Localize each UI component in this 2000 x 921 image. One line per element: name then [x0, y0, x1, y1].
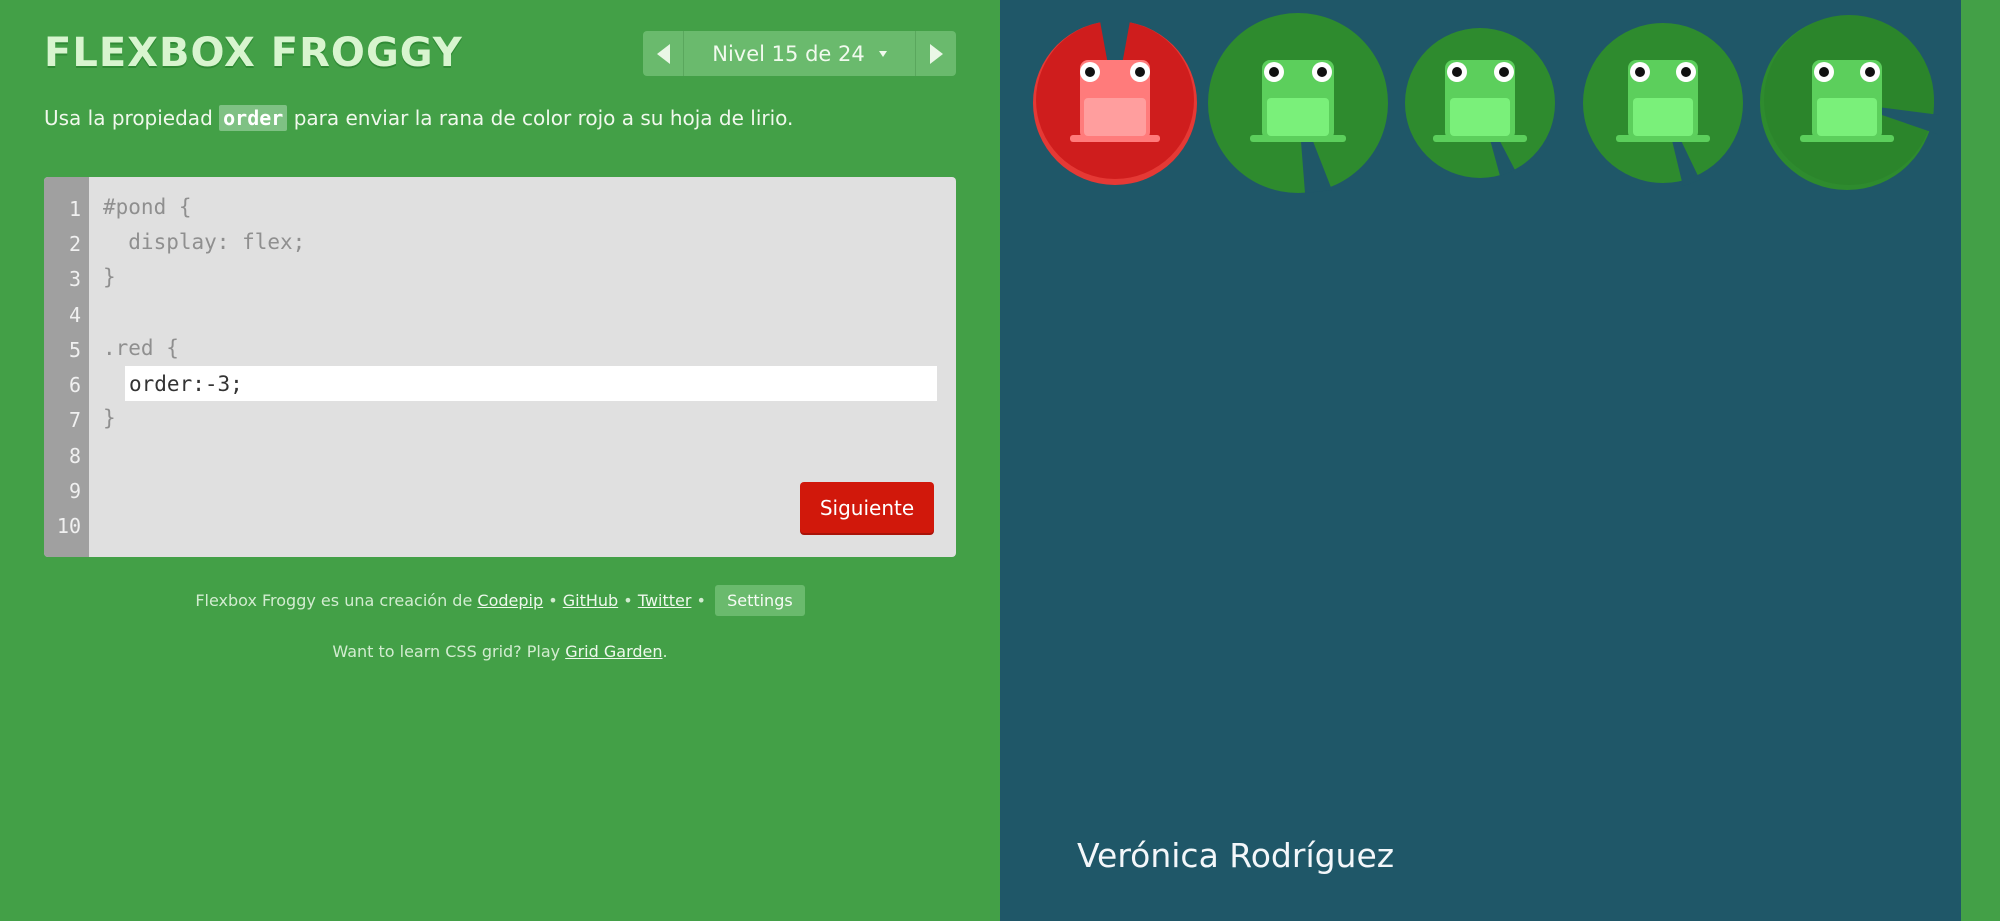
green-frog: [1800, 60, 1894, 142]
instructions-code: order: [219, 105, 288, 131]
pond: Verónica Rodríguez: [1000, 0, 1961, 921]
code-editor: 1 2 3 4 5 6 7 8 9 10 #pond { display: fl…: [44, 177, 956, 557]
game-title: FLEXBOX FROGGY: [44, 30, 463, 76]
instructions-text-after: para enviar la rana de color rojo a su h…: [287, 106, 794, 130]
line-number: 9: [68, 479, 81, 503]
chevron-right-icon: [929, 43, 943, 64]
next-level-button[interactable]: [915, 31, 956, 76]
credits-text: Flexbox Froggy es una creación de: [195, 591, 473, 610]
settings-button[interactable]: Settings: [715, 585, 805, 616]
line-number: 2: [68, 232, 81, 256]
github-link[interactable]: GitHub: [563, 591, 618, 610]
line-number: 7: [68, 408, 81, 432]
author-signature: Verónica Rodríguez: [1077, 836, 1395, 875]
line-number: 4: [68, 303, 81, 327]
grid-garden-link[interactable]: Grid Garden: [565, 642, 662, 661]
grid-garden-promo: Want to learn CSS grid? Play Grid Garden…: [0, 642, 1000, 661]
separator: •: [623, 591, 633, 610]
instructions: Usa la propiedad order para enviar la ra…: [44, 105, 964, 131]
green-frog: [1616, 60, 1710, 142]
caret-down-icon: [878, 50, 887, 57]
red-frog: [1070, 60, 1160, 142]
line-number: 8: [68, 444, 81, 468]
sidebar: FLEXBOX FROGGY Nivel 15 de 24 Usa la pro…: [0, 0, 1000, 921]
promo-text: Want to learn CSS grid? Play: [332, 642, 561, 661]
line-number-gutter: 1 2 3 4 5 6 7 8 9 10: [44, 177, 89, 557]
green-frog: [1250, 60, 1346, 142]
line-number: 1: [68, 197, 81, 221]
line-number: 10: [56, 514, 81, 538]
separator: •: [696, 591, 706, 610]
line-number: 5: [68, 338, 81, 362]
level-navigation: Nivel 15 de 24: [643, 31, 956, 76]
green-frog: [1433, 60, 1527, 142]
level-label: Nivel 15 de 24: [712, 41, 865, 66]
code-line: .red {: [103, 336, 179, 360]
promo-end: .: [662, 642, 668, 661]
code-line: }: [103, 406, 116, 430]
code-line: display: flex;: [103, 230, 306, 254]
line-number: 3: [68, 267, 81, 291]
chevron-left-icon: [656, 43, 670, 64]
code-line: }: [103, 265, 116, 289]
previous-level-button[interactable]: [643, 31, 684, 76]
css-code-input[interactable]: [125, 366, 937, 401]
credits: Flexbox Froggy es una creación de Codepi…: [0, 585, 1000, 616]
instructions-text-before: Usa la propiedad: [44, 106, 220, 130]
code-line: #pond {: [103, 195, 192, 219]
lilypads-area: [1033, 13, 1940, 193]
right-edge-strip: [1961, 0, 2000, 921]
twitter-link[interactable]: Twitter: [638, 591, 692, 610]
separator: •: [548, 591, 558, 610]
line-number: 6: [68, 373, 81, 397]
level-selector[interactable]: Nivel 15 de 24: [684, 31, 915, 76]
next-button[interactable]: Siguiente: [800, 482, 934, 533]
codepip-link[interactable]: Codepip: [477, 591, 543, 610]
